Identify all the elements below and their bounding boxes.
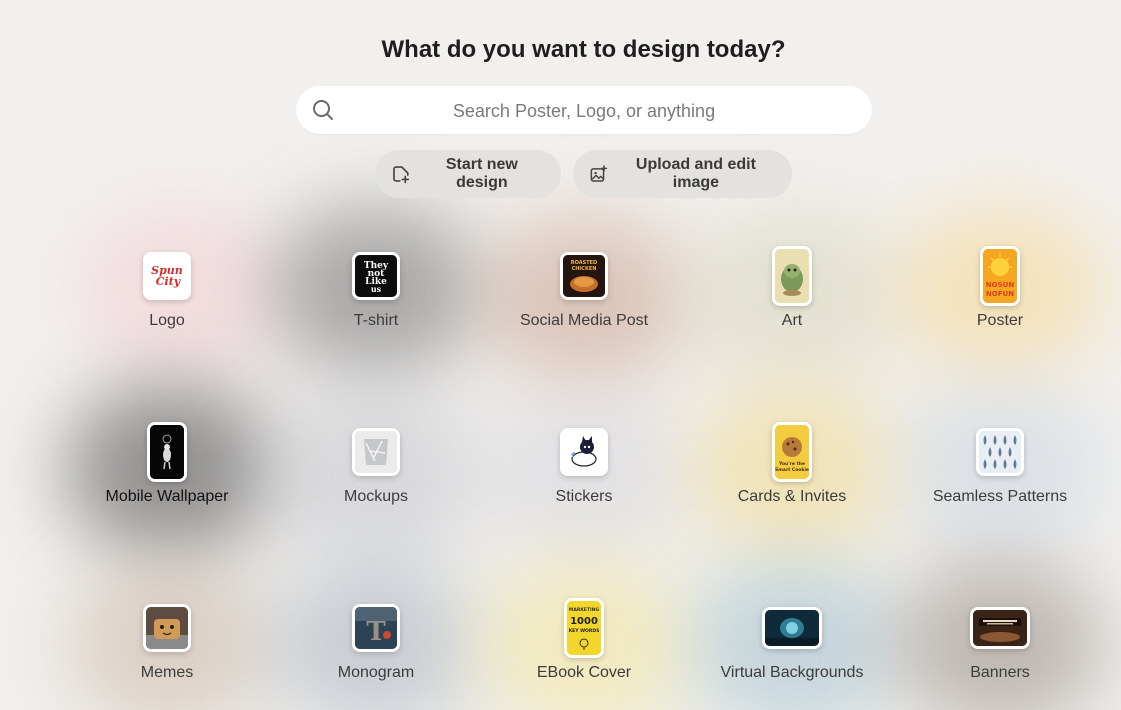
search-icon (313, 100, 333, 120)
category-label: Memes (140, 664, 194, 681)
ebook-cover-thumbnail: MARKETING 1000 KEY WORDS (564, 598, 604, 658)
logo-thumbnail: Spun City (143, 252, 191, 300)
poster-thumbnail: NOSUN NOFUN (980, 246, 1020, 306)
mobile-wallpaper-thumbnail (147, 422, 187, 482)
category-stickers[interactable]: Stickers (480, 366, 688, 516)
category-label: T-shirt (353, 312, 399, 329)
svg-text:Smart Cookie: Smart Cookie (775, 467, 809, 473)
category-label: EBook Cover (536, 664, 632, 681)
monogram-art: T (355, 607, 397, 649)
svg-text:NOFUN: NOFUN (986, 290, 1014, 298)
tshirt-thumbnail: They not Like us (352, 252, 400, 300)
category-memes[interactable]: Memes (63, 542, 271, 692)
category-seamless-patterns[interactable]: Seamless Patterns (896, 366, 1104, 516)
banners-art (973, 610, 1027, 646)
category-label: Mobile Wallpaper (105, 488, 229, 505)
svg-text:us: us (371, 284, 382, 294)
upload-and-edit-image-label: Upload and edit image (635, 156, 756, 191)
monogram-thumbnail: T (352, 604, 400, 652)
svg-text:CHICKEN: CHICKEN (572, 266, 597, 272)
memes-art (146, 607, 188, 649)
search-input[interactable] (356, 86, 812, 136)
category-art[interactable]: Art (688, 190, 896, 340)
category-label: Art (781, 312, 803, 329)
page-title: What do you want to design today? (381, 36, 786, 63)
banners-thumbnail (970, 607, 1030, 649)
seamless-patterns-art (979, 431, 1021, 473)
category-label: Banners (970, 664, 1030, 681)
category-label: Seamless Patterns (932, 488, 1068, 505)
stickers-art (563, 431, 605, 473)
category-cards-invites[interactable]: You're the Smart Cookie Cards & Invites (688, 366, 896, 516)
virtual-backgrounds-thumbnail (762, 607, 822, 649)
memes-thumbnail (143, 604, 191, 652)
svg-text:MARKETING: MARKETING (569, 607, 599, 613)
art-thumbnail (772, 246, 812, 306)
mobile-wallpaper-art (150, 425, 184, 479)
category-label: Cards & Invites (737, 488, 847, 505)
category-label: Poster (976, 312, 1024, 329)
stickers-thumbnail (560, 428, 608, 476)
image-upload-icon (590, 165, 608, 182)
start-new-design-label: Start new design (445, 156, 518, 191)
category-monogram[interactable]: T Monogram (272, 542, 480, 692)
new-design-icon (393, 166, 410, 184)
mockups-thumbnail (352, 428, 400, 476)
tshirt-art: They not Like us (364, 261, 389, 294)
category-ebook-cover[interactable]: MARKETING 1000 KEY WORDS EBook Cover (480, 542, 688, 692)
social-media-post-thumbnail: ROASTED CHICKEN (560, 252, 608, 300)
category-social-media-post[interactable]: ROASTED CHICKEN Social Media Post (480, 190, 688, 340)
svg-text:NOSUN: NOSUN (986, 281, 1015, 289)
design-home-page: What do you want to design today? Start … (0, 0, 1121, 710)
svg-text:You're the: You're the (778, 461, 805, 467)
category-poster[interactable]: NOSUN NOFUN Poster (896, 190, 1104, 340)
roasted-chicken-art: ROASTED CHICKEN (563, 255, 605, 297)
mockups-art (355, 431, 397, 473)
category-label: Logo (149, 312, 185, 329)
virtual-backgrounds-art (765, 610, 819, 646)
category-mockups[interactable]: Mockups (272, 366, 480, 516)
svg-text:City: City (156, 275, 182, 288)
category-virtual-backgrounds[interactable]: Virtual Backgrounds (688, 542, 896, 692)
poster-art: NOSUN NOFUN (983, 249, 1017, 303)
search-bar[interactable] (296, 86, 872, 136)
category-label: Virtual Backgrounds (720, 664, 864, 681)
category-label: Monogram (337, 664, 415, 681)
svg-text:1000: 1000 (570, 616, 598, 627)
category-label: Mockups (343, 488, 409, 505)
art-art (775, 249, 809, 303)
svg-text:T: T (366, 617, 386, 647)
category-mobile-wallpaper[interactable]: Mobile Wallpaper (63, 366, 271, 516)
logo-art: Spun City (151, 264, 183, 288)
seamless-patterns-thumbnail (976, 428, 1024, 476)
cards-invites-art: You're the Smart Cookie (775, 425, 809, 479)
category-label: Social Media Post (519, 312, 649, 329)
category-tshirt[interactable]: They not Like us T-shirt (272, 190, 480, 340)
category-banners[interactable]: Banners (896, 542, 1104, 692)
cards-invites-thumbnail: You're the Smart Cookie (772, 422, 812, 482)
category-logo[interactable]: Spun City Logo (63, 190, 271, 340)
category-label: Stickers (555, 488, 613, 505)
svg-text:KEY WORDS: KEY WORDS (569, 628, 600, 634)
ebook-cover-art: MARKETING 1000 KEY WORDS (567, 601, 601, 655)
